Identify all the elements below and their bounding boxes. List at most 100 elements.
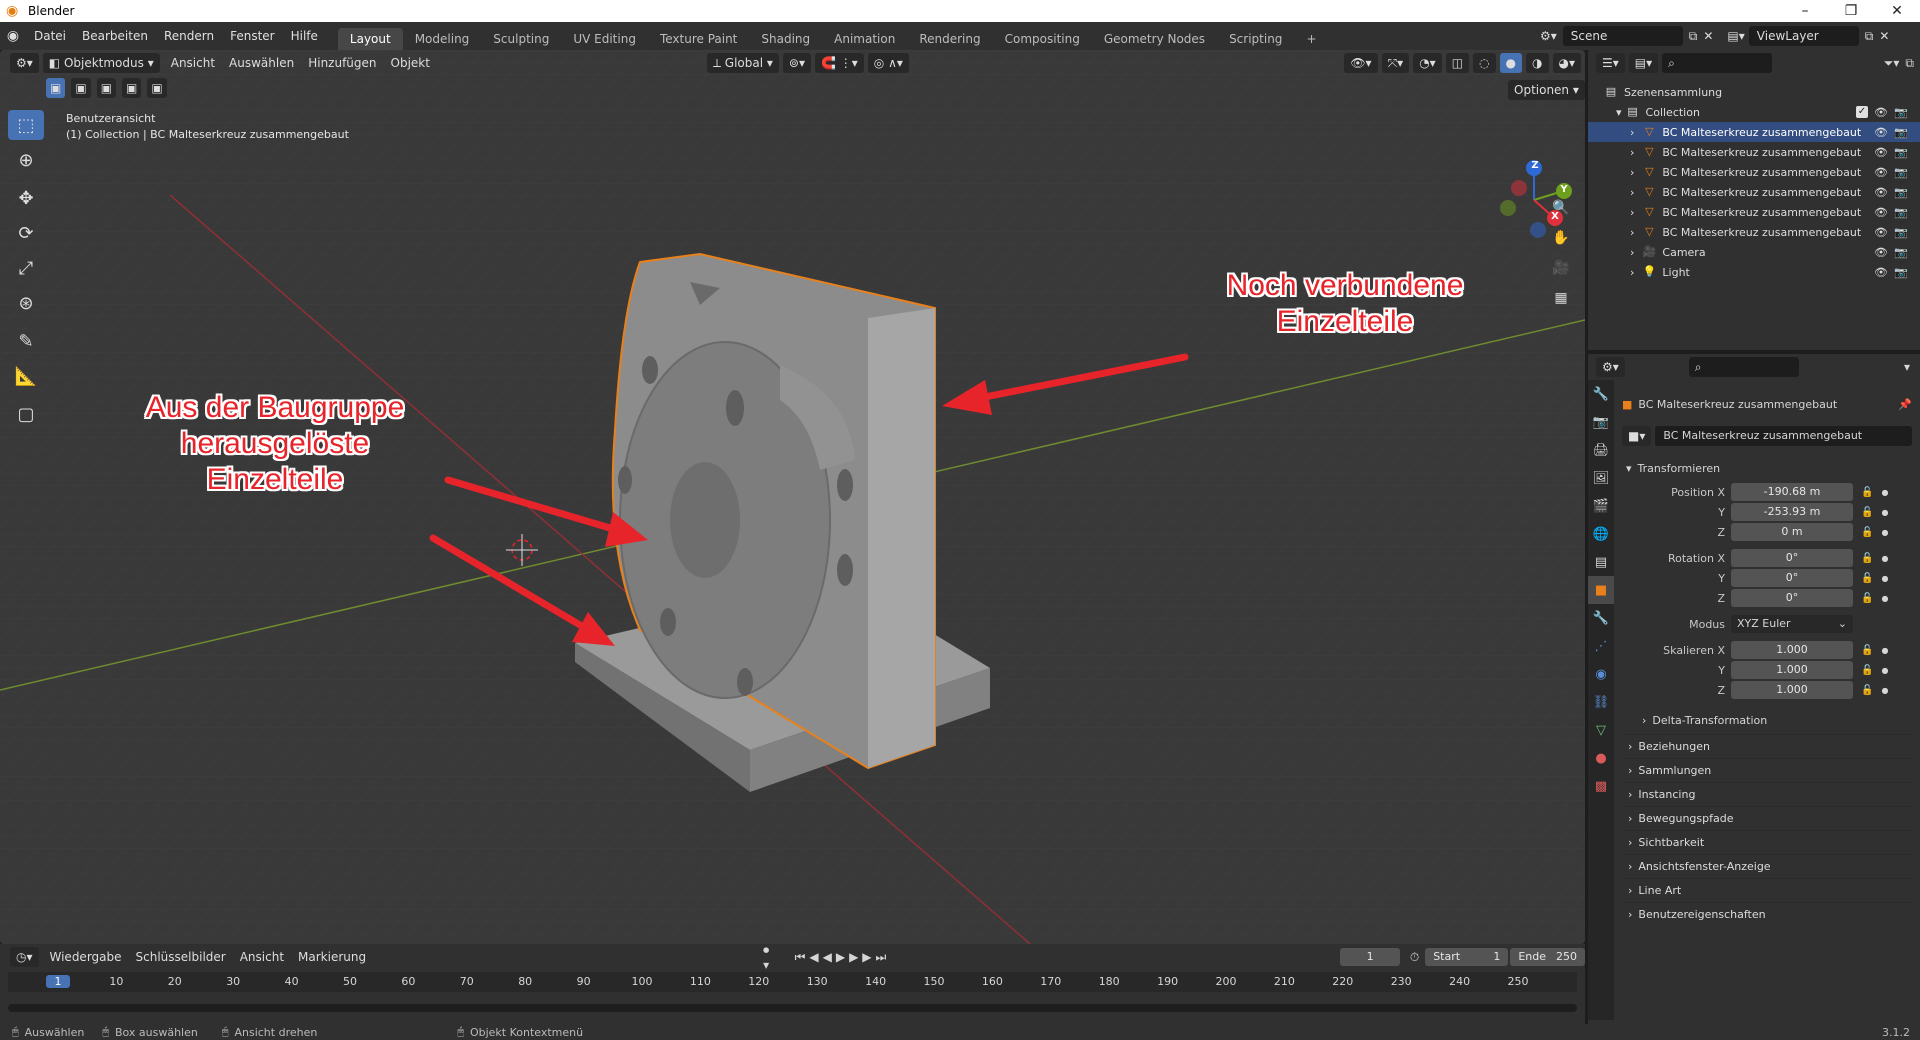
annotate-tool-icon[interactable]: ✎ [8, 326, 44, 356]
zoom-icon[interactable]: 🔍 [1548, 195, 1574, 221]
outliner-item[interactable]: › 💡 Light 👁 📷 [1588, 262, 1920, 282]
material-shading-icon[interactable]: ◑ [1526, 53, 1549, 73]
texture-tab-icon[interactable]: ▩ [1588, 772, 1614, 800]
world-tab-icon[interactable]: 🌐 [1588, 520, 1614, 548]
timeline-ruler[interactable]: 1 10 20 30 40 50 60 70 80 90 100 110 120 130 140 150 160… [8, 972, 1577, 992]
outliner-item[interactable]: › ▽ BC Malteserkreuz zusammengebaut 👁 📷 [1588, 222, 1920, 242]
start-frame-field[interactable]: Start 1 [1425, 948, 1509, 966]
select-box-tool-icon[interactable]: ⬚ [8, 110, 44, 140]
position-z-field[interactable]: 0 m [1731, 523, 1853, 541]
snap-icon[interactable]: 🧲 ⋮▾ [815, 53, 864, 73]
scene-selector-icon[interactable]: ⚙▾ [1540, 29, 1557, 43]
render-camera-icon[interactable]: 📷 [1894, 126, 1908, 139]
lock-icon[interactable]: 🔓 [1861, 685, 1873, 696]
timeline-menu-item[interactable]: Markierung [291, 950, 373, 964]
wireframe-shading-icon[interactable]: ◌ [1473, 53, 1496, 73]
proportional-edit-icon[interactable]: ◎ ∧▾ [867, 53, 909, 73]
expand-icon[interactable]: › [1630, 166, 1634, 179]
object-name-field[interactable]: BC Malteserkreuz zusammengebaut [1655, 426, 1912, 446]
expand-icon[interactable]: › [1630, 126, 1634, 139]
viewport-menu-item[interactable]: Objekt [384, 56, 437, 70]
outliner-item[interactable]: › ▽ BC Malteserkreuz zusammengebaut 👁 📷 [1588, 202, 1920, 222]
eye-icon[interactable]: 👁 [1874, 246, 1888, 259]
render-camera-icon[interactable]: 📷 [1894, 266, 1908, 279]
output-tab-icon[interactable]: 🖨 [1588, 436, 1614, 464]
add-cube-tool-icon[interactable]: ▢ [8, 399, 44, 429]
scale-tool-icon[interactable]: ⤢ [8, 253, 44, 283]
outliner-item[interactable]: › 🎥 Camera 👁 📷 [1588, 242, 1920, 262]
outliner-filter-icon[interactable]: ⏷▾ [1884, 56, 1900, 71]
expand-icon[interactable]: › [1630, 266, 1634, 279]
properties-editor-type-icon[interactable]: ⚙▾ [1596, 357, 1625, 377]
outliner-item[interactable]: › ▽ BC Malteserkreuz zusammengebaut 👁 📷 [1588, 162, 1920, 182]
keyframe-dot-icon[interactable]: ● [1881, 554, 1888, 563]
keyframe-dot-icon[interactable]: ● [1881, 574, 1888, 583]
viewport-menu-item[interactable]: Ansicht [164, 56, 222, 70]
properties-subpanel[interactable]: › Sammlungen [1622, 758, 1912, 782]
eye-icon[interactable]: 👁 [1874, 166, 1888, 179]
eye-icon[interactable]: 👁 [1874, 146, 1888, 159]
workspace-tab[interactable]: Layout [337, 28, 403, 50]
menu-item[interactable]: Hilfe [283, 29, 326, 43]
lock-icon[interactable]: 🔓 [1861, 593, 1873, 604]
workspace-tab[interactable]: Compositing [993, 28, 1092, 50]
modifier-tab-icon[interactable]: 🔧 [1588, 604, 1614, 632]
lock-icon[interactable]: 🔓 [1861, 665, 1873, 676]
render-camera-icon[interactable]: 📷 [1894, 146, 1908, 159]
eye-icon[interactable]: 👁 [1874, 186, 1888, 199]
properties-subpanel[interactable]: › Instancing [1622, 782, 1912, 806]
gizmo-toggle-icon[interactable]: ⤧▾ [1381, 53, 1410, 73]
expand-icon[interactable]: › [1630, 246, 1634, 259]
maximize-button[interactable]: ❐ [1828, 0, 1874, 22]
move-tool-icon[interactable]: ✥ [8, 183, 44, 213]
properties-subpanel[interactable]: › Ansichtsfenster-Anzeige [1622, 854, 1912, 878]
outliner-item[interactable]: › ▽ BC Malteserkreuz zusammengebaut 👁 📷 [1588, 182, 1920, 202]
render-camera-icon[interactable]: 📷 [1894, 226, 1908, 239]
add-workspace-button[interactable]: + [1294, 28, 1328, 50]
keyframe-dot-icon[interactable]: ● [1881, 488, 1888, 497]
tool-tab-icon[interactable]: 🔧 [1588, 380, 1614, 408]
menu-item[interactable]: Rendern [156, 29, 222, 43]
viewport-menu-item[interactable]: Hinzufügen [301, 56, 383, 70]
timeline-menu-item[interactable]: Wiedergabe [43, 950, 129, 964]
eye-icon[interactable]: 👁 [1874, 126, 1888, 139]
workspace-tab[interactable]: Shading [749, 28, 822, 50]
data-tab-icon[interactable]: ▽ [1588, 716, 1614, 744]
properties-options-icon[interactable]: ▾ [1904, 360, 1910, 374]
workspace-tab[interactable]: Rendering [907, 28, 992, 50]
eye-icon[interactable]: 👁 [1874, 226, 1888, 239]
scale-z-field[interactable]: 1.000 [1731, 681, 1853, 699]
menu-item[interactable]: Datei [26, 29, 74, 43]
close-button[interactable]: ✕ [1874, 0, 1920, 22]
properties-subpanel[interactable]: › Benutzereigenschaften [1622, 902, 1912, 926]
transform-orientation-selector[interactable]: ⟂ Global ▾ [706, 53, 779, 73]
keyframe-dot-icon[interactable]: ● [1881, 666, 1888, 675]
new-collection-icon[interactable]: ⧉ [1905, 56, 1914, 71]
select-invert-icon[interactable]: ▣ [122, 78, 142, 98]
lock-icon[interactable]: 🔓 [1861, 487, 1873, 498]
object-tab-icon[interactable]: ■ [1588, 576, 1614, 604]
select-extend-icon[interactable]: ▣ [71, 78, 91, 98]
pin-icon[interactable]: 📌 [1898, 398, 1912, 411]
constraints-tab-icon[interactable]: ⛓ [1588, 688, 1614, 716]
position-x-field[interactable]: -190.68 m [1731, 483, 1853, 501]
keyframe-dot-icon[interactable]: ● [1881, 528, 1888, 537]
render-camera-icon[interactable]: 📷 [1894, 166, 1908, 179]
render-camera-icon[interactable]: 📷 [1894, 186, 1908, 199]
properties-subpanel[interactable]: › Sichtbarkeit [1622, 830, 1912, 854]
position-y-field[interactable]: -253.93 m [1731, 503, 1853, 521]
expand-icon[interactable]: › [1630, 146, 1634, 159]
collapse-icon[interactable]: ▾ [1616, 106, 1622, 119]
viewlayer-remove-icon[interactable]: ✕ [1879, 29, 1889, 43]
editor-type-icon[interactable]: ⚙▾ [10, 53, 39, 73]
outliner-editor-type-icon[interactable]: ☰▾ [1596, 53, 1625, 73]
camera-view-icon[interactable]: 🎥 [1548, 255, 1574, 281]
properties-subpanel[interactable]: › Line Art [1622, 878, 1912, 902]
collection-eye-icon[interactable]: 👁 [1874, 106, 1888, 119]
xray-icon[interactable]: ◫ [1445, 53, 1470, 73]
timeline-editor-type-icon[interactable]: ◷▾ [10, 947, 39, 967]
minimize-button[interactable]: – [1782, 0, 1828, 22]
collection-render-icon[interactable]: 📷 [1894, 106, 1908, 119]
pivot-point-icon[interactable]: ⊚▾ [782, 53, 811, 73]
properties-subpanel[interactable]: › Bewegungspfade [1622, 806, 1912, 830]
